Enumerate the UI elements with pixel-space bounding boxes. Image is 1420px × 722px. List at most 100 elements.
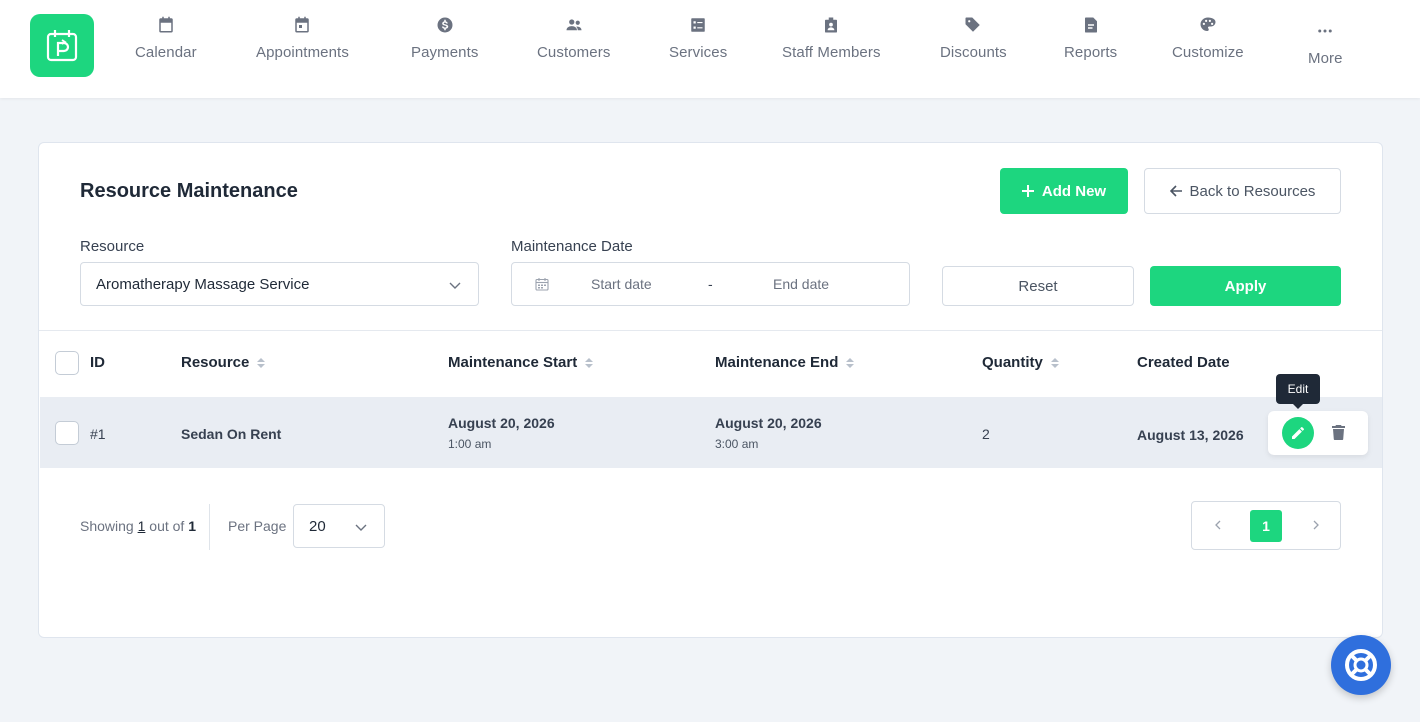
column-header-resource[interactable]: Resource	[181, 354, 266, 371]
nav-services-label: Services	[669, 44, 728, 61]
resource-filter-label: Resource	[80, 238, 145, 255]
logo-icon	[46, 29, 78, 61]
row-maintenance-start: August 20, 2026 1:00 am	[448, 415, 555, 451]
per-page-label: Per Page	[228, 518, 287, 534]
chevron-right-icon[interactable]	[1310, 519, 1322, 531]
calendar-icon	[159, 16, 173, 33]
row-maintenance-end: August 20, 2026 3:00 am	[715, 415, 822, 451]
nav-reports-label: Reports	[1064, 44, 1118, 61]
footer-divider	[209, 504, 210, 550]
nav-appointments[interactable]: Appointments	[256, 16, 349, 61]
file-icon	[1084, 17, 1097, 33]
start-date-input[interactable]: Start date	[591, 276, 652, 292]
edit-button[interactable]	[1282, 417, 1314, 449]
pencil-icon	[1292, 426, 1305, 439]
row-created-date: August 13, 2026	[1137, 427, 1244, 443]
help-button[interactable]	[1331, 635, 1391, 695]
showing-total: 1	[188, 518, 196, 534]
lifebuoy-icon	[1345, 649, 1377, 681]
palette-icon	[1200, 17, 1216, 31]
column-header-resource-label: Resource	[181, 354, 250, 371]
divider	[39, 330, 1382, 331]
nav-customize[interactable]: Customize	[1172, 16, 1244, 61]
trash-icon	[1331, 424, 1345, 440]
column-header-quantity[interactable]: Quantity	[982, 354, 1059, 371]
column-header-quantity-label: Quantity	[982, 354, 1043, 371]
ellipsis-icon	[1318, 29, 1333, 33]
showing-count: 1	[137, 518, 146, 534]
nav-calendar-label: Calendar	[135, 44, 197, 61]
users-icon	[566, 19, 582, 31]
maintenance-date-range[interactable]: Start date - End date	[511, 262, 910, 306]
reset-button[interactable]: Reset	[942, 266, 1134, 306]
sort-icon	[846, 357, 855, 368]
row-start-time: 1:00 am	[448, 437, 492, 451]
top-navigation: Calendar Appointments Payments Customers…	[0, 0, 1420, 98]
apply-button[interactable]: Apply	[1150, 266, 1341, 306]
maintenance-date-label: Maintenance Date	[511, 238, 633, 255]
sort-icon	[1050, 357, 1059, 368]
nav-customers[interactable]: Customers	[537, 16, 610, 61]
column-header-maintenance-start[interactable]: Maintenance Start	[448, 354, 594, 371]
add-new-button[interactable]: Add New	[1000, 168, 1128, 214]
nav-customers-label: Customers	[537, 44, 611, 61]
calendar-check-icon	[295, 16, 310, 33]
row-id: #1	[90, 426, 106, 442]
list-icon	[691, 18, 705, 32]
column-header-id[interactable]: ID	[90, 354, 105, 371]
chevron-left-icon[interactable]	[1212, 519, 1224, 531]
nav-calendar[interactable]: Calendar	[135, 16, 197, 61]
delete-button[interactable]	[1330, 423, 1346, 441]
nav-staff-members-label: Staff Members	[782, 44, 881, 61]
pagination-summary: Showing 1 out of 1	[80, 518, 196, 534]
row-quantity: 2	[982, 426, 990, 442]
row-end-time: 3:00 am	[715, 437, 759, 451]
column-header-maintenance-end[interactable]: Maintenance End	[715, 354, 855, 371]
add-new-label: Add New	[1041, 182, 1107, 200]
column-header-maintenance-start-label: Maintenance Start	[448, 354, 578, 371]
per-page-value: 20	[309, 518, 326, 535]
nav-appointments-label: Appointments	[256, 44, 349, 61]
nav-more[interactable]: More	[1308, 22, 1343, 67]
nav-more-label: More	[1308, 50, 1343, 67]
date-separator: -	[708, 276, 713, 292]
column-header-created-date-label: Created Date	[1137, 354, 1230, 371]
sort-icon	[257, 357, 266, 368]
pagination: 1	[1191, 501, 1341, 550]
row-end-date: August 20, 2026	[715, 415, 822, 431]
nav-discounts-label: Discounts	[940, 44, 1007, 61]
arrow-left-icon	[1169, 185, 1182, 197]
column-header-maintenance-end-label: Maintenance End	[715, 354, 839, 371]
row-start-date: August 20, 2026	[448, 415, 555, 431]
resource-select-value: Aromatherapy Massage Service	[96, 275, 310, 293]
showing-mid: out of	[149, 518, 185, 534]
nav-services[interactable]: Services	[669, 16, 727, 61]
sort-icon	[585, 357, 594, 368]
per-page-select[interactable]: 20	[293, 504, 385, 548]
page-title: Resource Maintenance	[80, 180, 298, 202]
resource-select[interactable]: Aromatherapy Massage Service	[80, 262, 479, 306]
select-all-checkbox[interactable]	[55, 351, 79, 375]
chevron-down-icon	[449, 282, 461, 289]
edit-tooltip: Edit	[1276, 374, 1320, 409]
back-to-resources-button[interactable]: Back to Resources	[1144, 168, 1341, 214]
nav-staff-members[interactable]: Staff Members	[782, 16, 881, 61]
column-header-id-label: ID	[90, 354, 105, 371]
nav-customize-label: Customize	[1172, 44, 1244, 61]
nav-discounts[interactable]: Discounts	[940, 16, 1007, 61]
nav-reports[interactable]: Reports	[1064, 16, 1117, 61]
row-checkbox[interactable]	[55, 421, 79, 445]
dollar-circle-icon	[437, 17, 453, 33]
row-resource: Sedan On Rent	[181, 426, 282, 442]
nav-payments[interactable]: Payments	[411, 16, 479, 61]
app-logo[interactable]	[30, 14, 94, 77]
column-header-created-date: Created Date	[1137, 354, 1230, 371]
end-date-input[interactable]: End date	[773, 276, 829, 292]
tag-icon	[965, 17, 981, 32]
page-button-current[interactable]: 1	[1250, 510, 1282, 542]
calendar-icon	[535, 278, 549, 291]
plus-icon	[1021, 185, 1034, 197]
chevron-down-icon	[355, 524, 367, 531]
showing-prefix: Showing	[80, 518, 134, 534]
nav-payments-label: Payments	[411, 44, 479, 61]
